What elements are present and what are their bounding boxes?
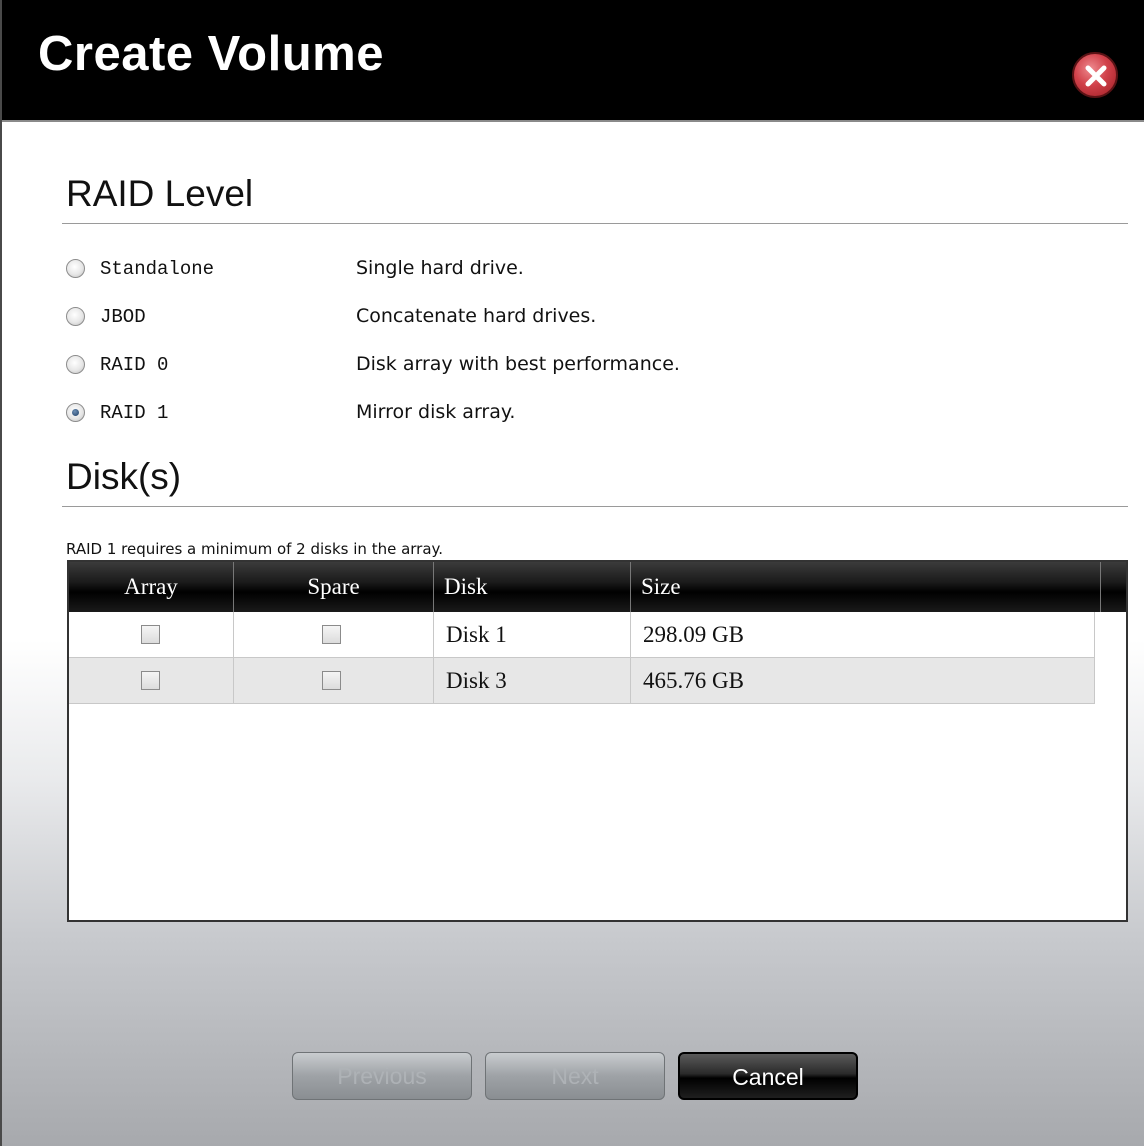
- column-header-disk[interactable]: Disk: [434, 562, 631, 612]
- array-checkbox[interactable]: [141, 625, 160, 644]
- raid-option-label: Standalone: [100, 258, 215, 280]
- raid-option-label: RAID 1: [100, 402, 169, 424]
- radio-jbod[interactable]: [66, 307, 85, 326]
- dialog-titlebar: Create Volume: [2, 0, 1144, 122]
- create-volume-dialog: Create Volume RAID Level Standalone Sing…: [0, 0, 1144, 1146]
- raid-level-heading: RAID Level: [66, 173, 254, 214]
- table-row[interactable]: Disk 3 465.76 GB: [69, 658, 1095, 704]
- raid-option-label: JBOD: [100, 306, 146, 328]
- raid-option-description: Concatenate hard drives.: [356, 305, 597, 327]
- spare-checkbox[interactable]: [322, 671, 341, 690]
- spare-checkbox[interactable]: [322, 625, 341, 644]
- radio-raid0[interactable]: [66, 355, 85, 374]
- spare-cell: [234, 658, 434, 704]
- disk-table: Array Spare Disk Size Disk 1 298.09 GB D…: [67, 560, 1128, 922]
- raid-option-description: Mirror disk array.: [356, 401, 516, 423]
- dialog-title: Create Volume: [38, 27, 384, 81]
- raid-option-label: RAID 0: [100, 354, 169, 376]
- size-cell: 465.76 GB: [631, 658, 1095, 704]
- radio-standalone[interactable]: [66, 259, 85, 278]
- spare-cell: [234, 612, 434, 658]
- array-cell: [69, 612, 234, 658]
- column-header-array[interactable]: Array: [69, 562, 234, 612]
- array-checkbox[interactable]: [141, 671, 160, 690]
- close-icon: [1085, 65, 1107, 87]
- close-button[interactable]: [1072, 52, 1118, 98]
- column-header-spare[interactable]: Spare: [234, 562, 434, 612]
- raid-option-description: Single hard drive.: [356, 257, 524, 279]
- disk-table-header: Array Spare Disk Size: [69, 562, 1126, 612]
- raid-requirement-note: RAID 1 requires a minimum of 2 disks in …: [66, 540, 444, 558]
- disk-cell: Disk 1: [434, 612, 631, 658]
- disks-heading: Disk(s): [66, 456, 182, 497]
- column-header-size[interactable]: Size: [631, 562, 1101, 612]
- disks-divider: [62, 506, 1128, 507]
- raid-level-divider: [62, 223, 1128, 224]
- raid-option-description: Disk array with best performance.: [356, 353, 680, 375]
- disk-cell: Disk 3: [434, 658, 631, 704]
- radio-raid1[interactable]: [66, 403, 85, 422]
- previous-button[interactable]: Previous: [292, 1052, 472, 1100]
- cancel-button[interactable]: Cancel: [678, 1052, 858, 1100]
- array-cell: [69, 658, 234, 704]
- next-button[interactable]: Next: [485, 1052, 665, 1100]
- size-cell: 298.09 GB: [631, 612, 1095, 658]
- table-row[interactable]: Disk 1 298.09 GB: [69, 612, 1095, 658]
